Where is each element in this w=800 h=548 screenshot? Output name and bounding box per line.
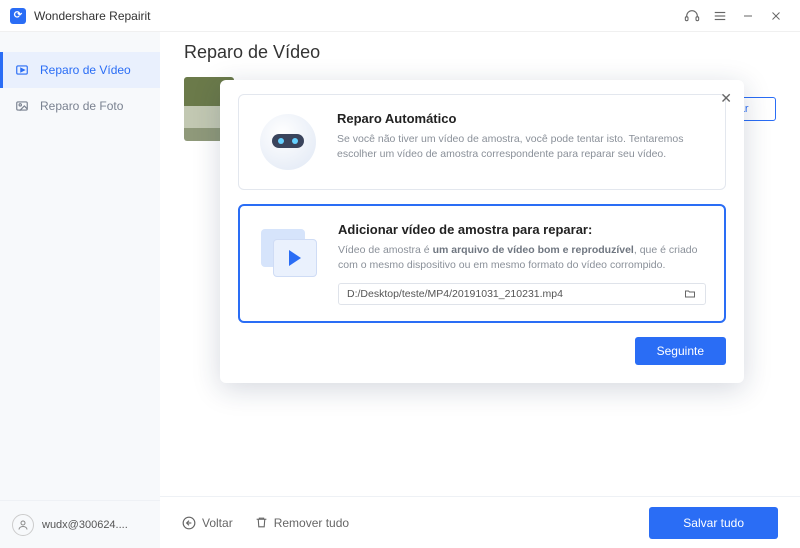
- avatar-icon: [12, 514, 34, 536]
- next-button[interactable]: Seguinte: [635, 337, 726, 365]
- auto-repair-title: Reparo Automático: [337, 111, 707, 126]
- support-icon[interactable]: [678, 2, 706, 30]
- sample-video-option[interactable]: Adicionar vídeo de amostra para reparar:…: [238, 204, 726, 323]
- photo-repair-icon: [14, 98, 30, 114]
- sample-path-input[interactable]: D:/Desktop/teste/MP4/20191031_210231.mp4: [338, 283, 706, 305]
- back-arrow-icon: [182, 516, 196, 530]
- sample-video-icon: [258, 222, 320, 284]
- app-logo-icon: ⟳: [10, 8, 26, 24]
- auto-repair-option[interactable]: Reparo Automático Se você não tiver um v…: [238, 94, 726, 190]
- menu-icon[interactable]: [706, 2, 734, 30]
- sidebar-item-photo-repair[interactable]: Reparo de Foto: [0, 88, 160, 124]
- minimize-icon[interactable]: [734, 2, 762, 30]
- footer-bar: Voltar Remover tudo Salvar tudo: [160, 496, 800, 548]
- sample-title: Adicionar vídeo de amostra para reparar:: [338, 222, 706, 237]
- robot-icon: [257, 111, 319, 173]
- main-area: Reparo de Vídeo GoPro ré-visualizar Salv…: [160, 32, 800, 548]
- trash-icon: [255, 516, 268, 529]
- back-button[interactable]: Voltar: [182, 516, 233, 530]
- sidebar-item-video-repair[interactable]: Reparo de Vídeo: [0, 52, 160, 88]
- remove-all-button[interactable]: Remover tudo: [255, 516, 349, 530]
- close-icon[interactable]: ✕: [720, 90, 732, 107]
- video-repair-icon: [14, 62, 30, 78]
- app-title: Wondershare Repairit: [34, 9, 151, 23]
- sidebar-item-label: Reparo de Foto: [40, 99, 123, 113]
- user-label: wudx@300624....: [42, 519, 128, 531]
- save-all-button[interactable]: Salvar tudo: [649, 507, 778, 539]
- sample-desc: Vídeo de amostra é um arquivo de vídeo b…: [338, 243, 706, 273]
- user-account[interactable]: wudx@300624....: [0, 500, 160, 548]
- sidebar-item-label: Reparo de Vídeo: [40, 63, 131, 77]
- titlebar: ⟳ Wondershare Repairit: [0, 0, 800, 32]
- repair-options-modal: ✕ Reparo Automático Se você não tiver um…: [220, 80, 744, 383]
- auto-repair-desc: Se você não tiver um vídeo de amostra, v…: [337, 132, 707, 162]
- sidebar: Reparo de Vídeo Reparo de Foto wudx@3006…: [0, 32, 160, 548]
- sample-path-value: D:/Desktop/teste/MP4/20191031_210231.mp4: [347, 288, 563, 300]
- browse-folder-icon[interactable]: [683, 288, 697, 300]
- page-title: Reparo de Vídeo: [184, 42, 776, 63]
- close-window-icon[interactable]: [762, 2, 790, 30]
